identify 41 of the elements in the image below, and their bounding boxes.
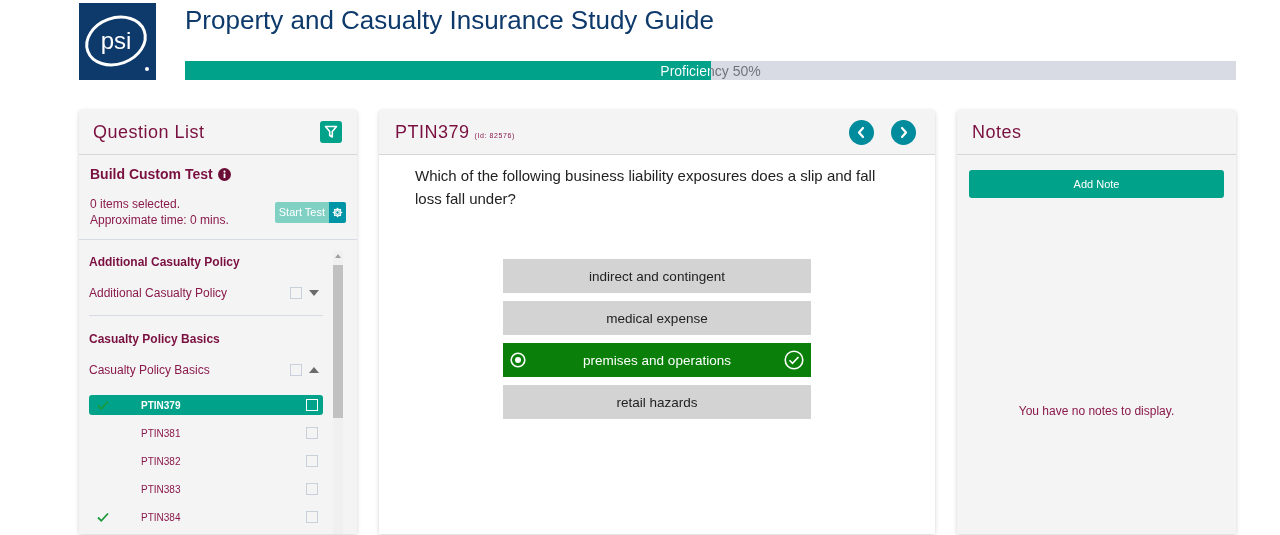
approximate-time: Approximate time: 0 mins. — [90, 212, 229, 228]
question-item[interactable]: PTIN381 — [89, 423, 323, 443]
psi-logo: psi — [79, 3, 156, 80]
question-text: Which of the following business liability exposures does a slip and fall loss fall under? — [415, 166, 877, 209]
scrollbar-thumb[interactable] — [333, 265, 343, 418]
question-code: PTIN379 — [395, 121, 470, 143]
scroll-up-icon[interactable] — [335, 254, 341, 258]
checkbox[interactable] — [306, 427, 318, 439]
checkbox[interactable] — [306, 511, 318, 523]
filter-button[interactable] — [320, 121, 342, 143]
checkbox[interactable] — [290, 287, 302, 299]
group-heading: Casualty Policy Basics — [89, 331, 221, 348]
settings-button[interactable] — [329, 201, 346, 223]
page-title: Property and Casualty Insurance Study Guide — [185, 4, 715, 37]
group-heading: Additional Casualty Policy — [89, 254, 241, 271]
settings-icon — [332, 206, 343, 218]
scrollbar[interactable] — [333, 251, 343, 534]
panel-title: Notes — [972, 121, 1022, 143]
question-item[interactable]: PTIN382 — [89, 451, 323, 471]
answer-option[interactable]: indirect and contingent — [503, 259, 811, 293]
collapse-caret-icon[interactable] — [309, 367, 319, 373]
panel-title: Question List — [93, 121, 205, 143]
filter-icon — [324, 125, 338, 139]
section-title: Build Custom Test — [90, 166, 213, 182]
topic-label[interactable]: Casualty Policy Basics — [89, 363, 210, 377]
info-icon[interactable] — [217, 167, 231, 181]
next-button[interactable] — [891, 119, 916, 145]
topic-label[interactable]: Additional Casualty Policy — [89, 286, 228, 300]
answer-option[interactable]: retail hazards — [503, 385, 811, 419]
previous-button[interactable] — [849, 119, 874, 145]
answer-option[interactable]: premises and operations — [503, 343, 811, 377]
empty-notes-message: You have no notes to display. — [1018, 404, 1175, 418]
checkbox[interactable] — [306, 483, 318, 495]
checkbox[interactable] — [306, 455, 318, 467]
expand-caret-icon[interactable] — [309, 290, 319, 296]
radio-selected-icon — [510, 352, 526, 368]
selected-count: 0 items selected. — [90, 196, 182, 212]
answer-option[interactable]: medical expense — [503, 301, 811, 335]
question-item[interactable]: PTIN384 — [89, 507, 323, 527]
checkbox[interactable] — [290, 364, 302, 376]
question-item[interactable]: PTIN383 — [89, 479, 323, 499]
